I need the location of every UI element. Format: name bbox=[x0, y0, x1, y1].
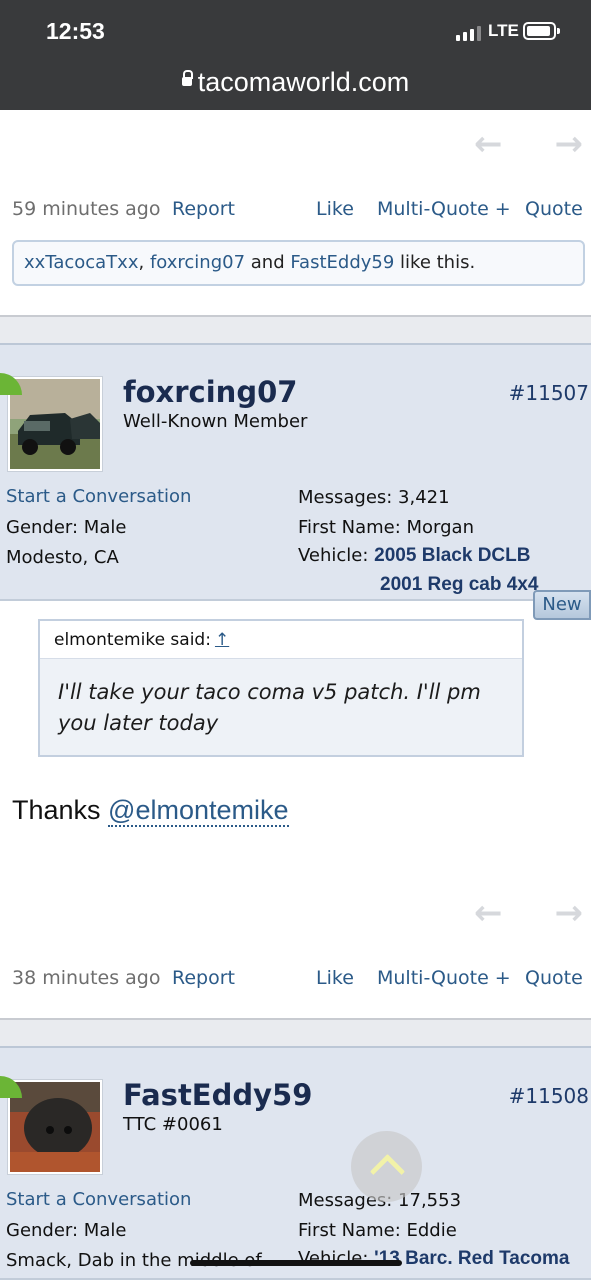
arrow-left-icon[interactable]: ← bbox=[474, 124, 503, 164]
start-conversation-link[interactable]: Start a Conversation bbox=[6, 486, 191, 507]
vehicle-label: Vehicle: bbox=[298, 545, 375, 566]
username[interactable]: FastEddy59 bbox=[123, 1078, 312, 1112]
quote-link[interactable]: Quote bbox=[525, 967, 583, 989]
arrow-left-icon[interactable]: ← bbox=[474, 893, 503, 933]
vehicle-2: 2001 Reg cab 4x4 bbox=[380, 574, 539, 595]
post-time[interactable]: 38 minutes ago bbox=[12, 967, 161, 989]
first-name: First Name: Eddie bbox=[298, 1220, 457, 1241]
clock: 12:53 bbox=[46, 18, 105, 44]
new-badge: New bbox=[533, 590, 591, 620]
post-nav-arrows: ← → bbox=[474, 893, 583, 933]
quote-author: elmontemike said: bbox=[54, 630, 211, 650]
avatar[interactable] bbox=[8, 377, 102, 471]
user-info-bar: foxrcing07 Well-Known Member #11507 Star… bbox=[0, 343, 591, 601]
post-time[interactable]: 59 minutes ago bbox=[12, 198, 161, 220]
avatar-image bbox=[10, 1082, 100, 1172]
vehicle-2-row: 2001 Reg cab 4x4 bbox=[380, 574, 538, 596]
quote-attribution: elmontemike said: ↑ bbox=[40, 621, 522, 659]
quote-block: elmontemike said: ↑ I'll take your taco c… bbox=[38, 619, 524, 757]
username[interactable]: foxrcing07 bbox=[123, 375, 297, 409]
vehicle: Vehicle: 2005 Black DCLB bbox=[298, 545, 530, 567]
vehicle: Vehicle: '13 Barc. Red Tacoma bbox=[298, 1248, 569, 1270]
vehicle-1: 2005 Black DCLB bbox=[374, 545, 531, 566]
quote-link[interactable]: Quote bbox=[525, 198, 583, 220]
start-conversation-link[interactable]: Start a Conversation bbox=[6, 1189, 191, 1210]
signal-icon bbox=[456, 26, 481, 41]
message-body: Thanks @elmontemike bbox=[12, 795, 289, 827]
avatar[interactable] bbox=[8, 1080, 102, 1174]
status-bar: 12:53 LTE bbox=[0, 0, 591, 60]
battery-icon bbox=[523, 22, 560, 40]
message-count: Messages: 3,421 bbox=[298, 487, 450, 508]
url-text: tacomaworld.com bbox=[197, 67, 410, 97]
liker-link[interactable]: FastEddy59 bbox=[290, 252, 394, 273]
first-name: First Name: Morgan bbox=[298, 517, 474, 538]
multiquote-link[interactable]: Multi-Quote + bbox=[377, 967, 511, 989]
liker-link[interactable]: xxTacocaTxx bbox=[24, 252, 139, 273]
post-number[interactable]: #11507 bbox=[509, 381, 589, 405]
post-number[interactable]: #11508 bbox=[509, 1084, 589, 1108]
post-11508: FastEddy59 TTC #0061 #11508 Start a Conv… bbox=[0, 1046, 591, 1280]
address-bar[interactable]: tacomaworld.com bbox=[0, 60, 591, 110]
arrow-right-icon[interactable]: → bbox=[555, 124, 584, 164]
report-link[interactable]: Report bbox=[172, 967, 235, 989]
jump-to-quote-icon[interactable]: ↑ bbox=[215, 630, 229, 650]
scroll-to-top-button[interactable] bbox=[351, 1131, 422, 1202]
like-link[interactable]: Like bbox=[316, 967, 354, 989]
location: Modesto, CA bbox=[6, 547, 119, 568]
report-link[interactable]: Report bbox=[172, 198, 235, 220]
gender: Gender: Male bbox=[6, 1220, 127, 1241]
lock-icon bbox=[181, 70, 193, 87]
like-link[interactable]: Like bbox=[316, 198, 354, 220]
vehicle-1: '13 Barc. Red Tacoma bbox=[374, 1248, 570, 1269]
home-indicator[interactable] bbox=[190, 1260, 402, 1266]
arrow-right-icon[interactable]: → bbox=[555, 893, 584, 933]
user-title: Well-Known Member bbox=[123, 411, 308, 432]
gender: Gender: Male bbox=[6, 517, 127, 538]
post-11507: foxrcing07 Well-Known Member #11507 Star… bbox=[0, 343, 591, 1020]
post-nav-arrows: ← → bbox=[474, 124, 583, 164]
user-title: TTC #0061 bbox=[123, 1114, 223, 1135]
previous-post-footer: ← → 59 minutes ago Report Like Multi-Quo… bbox=[0, 110, 591, 317]
network-type: LTE bbox=[488, 21, 519, 40]
quote-text: I'll take your taco coma v5 patch. I'll … bbox=[58, 680, 481, 735]
avatar-image bbox=[10, 379, 100, 469]
user-info-bar: FastEddy59 TTC #0061 #11508 Start a Conv… bbox=[0, 1046, 591, 1280]
multiquote-link[interactable]: Multi-Quote + bbox=[377, 198, 511, 220]
likes-summary: xxTacocaTxx, foxrcing07 and FastEddy59 l… bbox=[12, 240, 585, 286]
mention-link[interactable]: @elmontemike bbox=[108, 795, 289, 827]
liker-link[interactable]: foxrcing07 bbox=[150, 252, 245, 273]
